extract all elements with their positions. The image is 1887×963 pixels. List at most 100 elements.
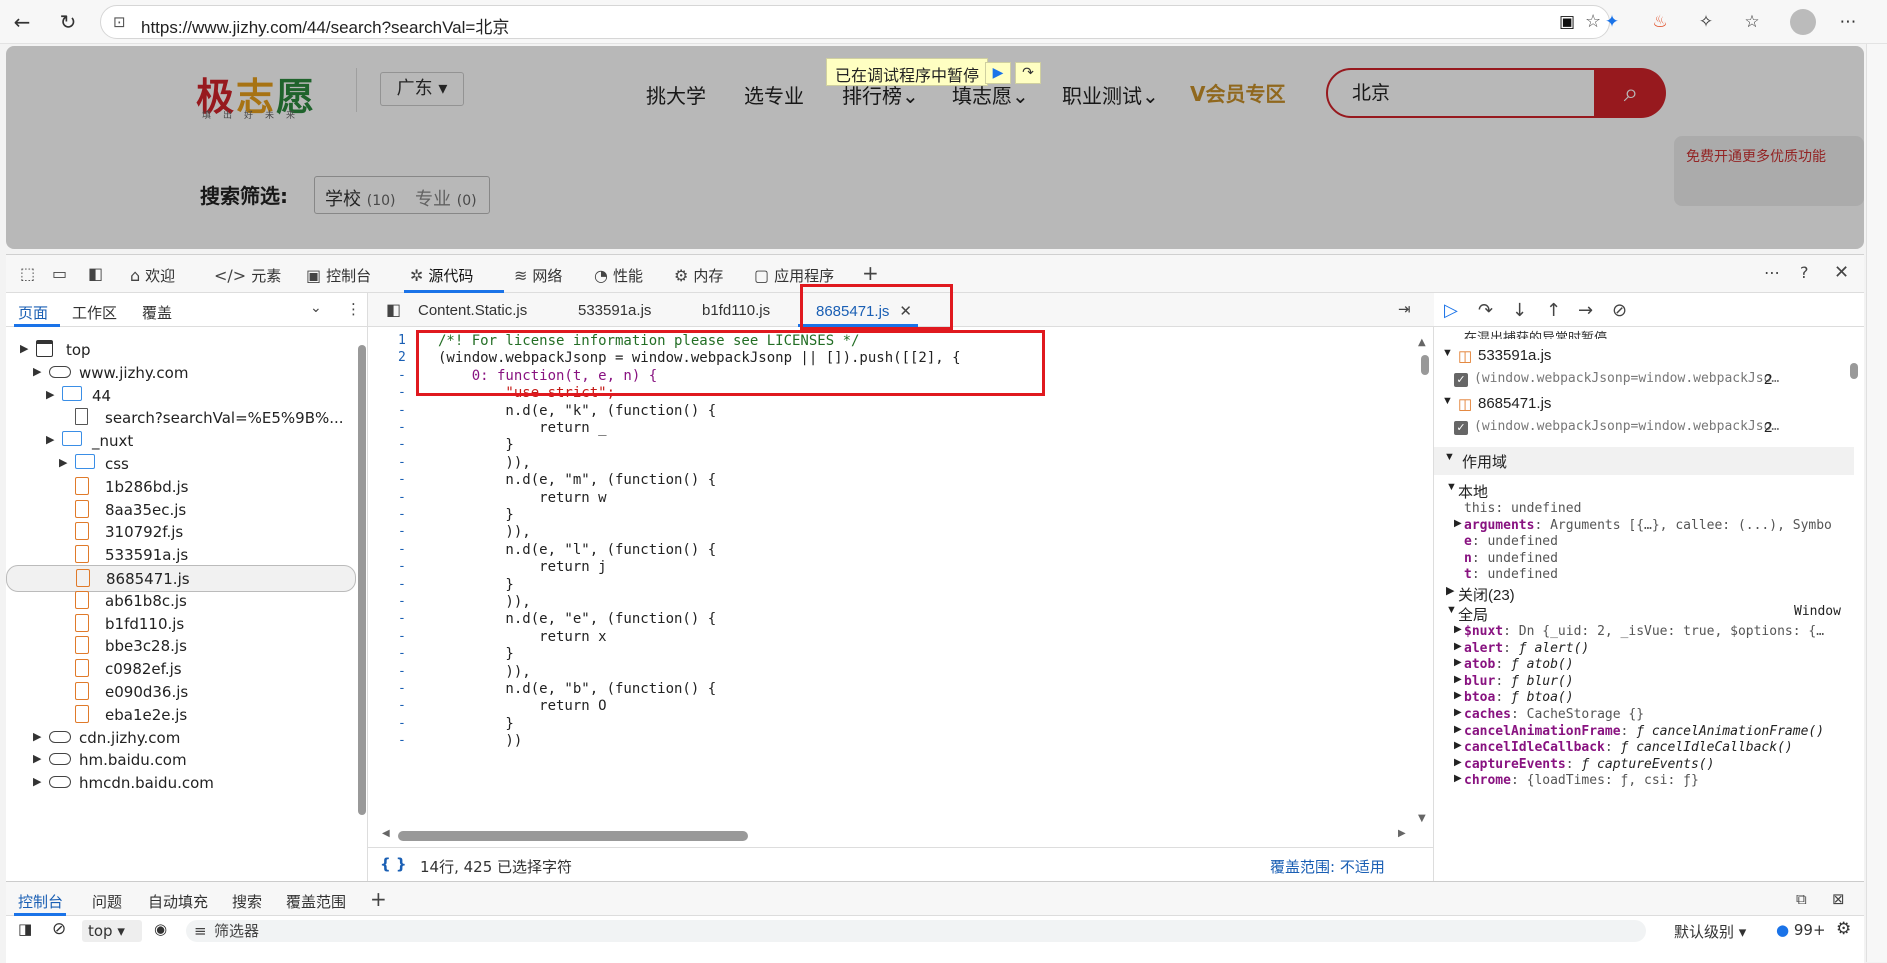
- step-over-icon[interactable]: ↷: [1015, 62, 1041, 84]
- tab-overrides[interactable]: 覆盖: [142, 302, 172, 323]
- line-number[interactable]: -: [398, 524, 406, 539]
- editor-tab-content-static[interactable]: Content.Static.js: [418, 302, 527, 319]
- favorites-icon[interactable]: ☆: [1740, 10, 1764, 34]
- line-number[interactable]: -: [398, 368, 406, 383]
- step-into-icon[interactable]: ↓: [1512, 300, 1527, 321]
- resume-icon[interactable]: ▶: [985, 62, 1011, 84]
- tab-memory[interactable]: ⚙ 内存: [674, 265, 723, 286]
- tab-application[interactable]: ▢ 应用程序: [754, 265, 834, 286]
- expanded-arrow-icon[interactable]: ▶: [46, 433, 54, 446]
- site-info-icon[interactable]: ⊡: [113, 13, 126, 31]
- drawer-tab-console[interactable]: 控制台: [18, 891, 63, 912]
- tab-network[interactable]: ≋ 网络: [514, 265, 562, 286]
- collapsed-arrow-icon[interactable]: ▶: [46, 388, 54, 401]
- line-number[interactable]: -: [398, 403, 406, 418]
- line-number[interactable]: -: [398, 646, 406, 661]
- scrollbar[interactable]: [358, 345, 366, 815]
- log-level-select[interactable]: 默认级别 ▾: [1674, 921, 1746, 942]
- extension-alert-icon[interactable]: ♨: [1648, 10, 1672, 34]
- settings-gear-icon[interactable]: ⚙: [1836, 919, 1851, 939]
- issues-count-badge[interactable]: ● 99+: [1776, 921, 1826, 939]
- resume-icon[interactable]: ▷: [1444, 300, 1458, 321]
- line-number[interactable]: -: [398, 420, 406, 435]
- more-options-icon[interactable]: ⋯: [1764, 263, 1780, 282]
- line-number[interactable]: -: [398, 507, 406, 522]
- clear-console-icon[interactable]: ⊘: [52, 919, 66, 939]
- scroll-up-icon[interactable]: ▲: [1418, 337, 1426, 348]
- pretty-print-icon[interactable]: { }: [380, 855, 407, 873]
- device-toolbar-icon[interactable]: ▭: [52, 264, 67, 283]
- line-number[interactable]: -: [398, 437, 406, 452]
- help-icon[interactable]: ?: [1800, 263, 1809, 282]
- scroll-down-icon[interactable]: ▼: [1418, 813, 1426, 824]
- drawer-tab-issues[interactable]: 问题: [92, 891, 122, 912]
- eye-icon[interactable]: ◉: [154, 920, 167, 938]
- back-icon[interactable]: ←: [10, 10, 34, 34]
- step-icon[interactable]: →: [1578, 300, 1593, 321]
- inspect-icon[interactable]: ⬚: [20, 264, 35, 283]
- line-number[interactable]: -: [398, 716, 406, 731]
- line-number[interactable]: -: [398, 681, 406, 696]
- drawer-tab-autofill[interactable]: 自动填充: [148, 891, 208, 912]
- extension-bird-icon[interactable]: ✦: [1600, 10, 1624, 34]
- editor-tab-b1fd110[interactable]: b1fd110.js: [702, 302, 770, 319]
- tab-workspace[interactable]: 工作区: [72, 302, 117, 323]
- close-icon[interactable]: ✕: [1834, 262, 1849, 283]
- collapsed-arrow-icon[interactable]: ▶: [33, 752, 41, 765]
- line-number[interactable]: -: [398, 664, 406, 679]
- sidebar-icon[interactable]: ◨: [18, 920, 32, 938]
- toggle-debugger-icon[interactable]: ⇥: [1398, 300, 1411, 318]
- more-icon[interactable]: ⋯: [1836, 10, 1860, 34]
- drawer-tab-coverage[interactable]: 覆盖范围: [286, 891, 346, 912]
- expanded-arrow-icon[interactable]: ▶: [33, 365, 41, 378]
- line-number[interactable]: -: [398, 472, 406, 487]
- console-filter-input[interactable]: ≡ 筛选器: [186, 920, 1646, 942]
- chevron-down-icon[interactable]: ⌄: [310, 300, 322, 316]
- expanded-arrow-icon[interactable]: ▶: [20, 342, 28, 355]
- line-number[interactable]: -: [398, 385, 406, 400]
- scrollbar[interactable]: [1421, 355, 1429, 375]
- line-number[interactable]: 1: [398, 333, 406, 348]
- close-drawer-icon[interactable]: ⊠: [1832, 890, 1845, 908]
- scrollbar[interactable]: [398, 831, 748, 841]
- tab-page[interactable]: 页面: [18, 302, 48, 323]
- line-number[interactable]: -: [398, 698, 406, 713]
- line-number[interactable]: -: [398, 733, 406, 748]
- scope-header[interactable]: ▼ 作用域: [1434, 447, 1854, 475]
- profile-avatar[interactable]: [1790, 9, 1816, 35]
- coverage-status[interactable]: 覆盖范围: 不适用: [1270, 856, 1385, 877]
- tab-performance[interactable]: ◔ 性能: [594, 265, 643, 286]
- tab-welcome[interactable]: ⌂ 欢迎: [130, 265, 175, 286]
- line-number[interactable]: -: [398, 455, 406, 470]
- tab-elements[interactable]: </> 元素: [214, 265, 281, 286]
- toggle-navigator-icon[interactable]: ◧: [386, 300, 401, 319]
- address-bar[interactable]: ⊡ https://www.jizhy.com/44/search?search…: [100, 5, 1610, 39]
- extensions-puzzle-icon[interactable]: ✧: [1694, 10, 1718, 34]
- extension-icon[interactable]: ▣: [1555, 10, 1579, 34]
- drawer-tab-search[interactable]: 搜索: [232, 891, 262, 912]
- step-over-icon[interactable]: ↷: [1478, 300, 1493, 321]
- cloud-item[interactable]: ▶ hmcdn.baidu.com: [6, 770, 356, 797]
- line-number[interactable]: -: [398, 629, 406, 644]
- tab-console[interactable]: ▣ 控制台: [306, 265, 371, 286]
- line-number[interactable]: -: [398, 559, 406, 574]
- add-tab-icon[interactable]: +: [370, 887, 387, 911]
- scrollbar[interactable]: [1850, 363, 1858, 379]
- step-out-icon[interactable]: ↑: [1546, 300, 1561, 321]
- add-tab-icon[interactable]: +: [862, 261, 879, 285]
- pause-on-caught-exceptions[interactable]: 在混出捕获的异常时暂停: [1434, 327, 1854, 339]
- line-number[interactable]: -: [398, 542, 406, 557]
- line-number[interactable]: -: [398, 594, 406, 609]
- deactivate-breakpoints-icon[interactable]: ⊘: [1612, 300, 1627, 321]
- line-number[interactable]: 2: [398, 350, 406, 365]
- collapsed-arrow-icon[interactable]: ▶: [59, 456, 67, 469]
- line-number[interactable]: -: [398, 490, 406, 505]
- scroll-left-icon[interactable]: ◀: [382, 828, 390, 839]
- line-number[interactable]: -: [398, 611, 406, 626]
- line-number[interactable]: -: [398, 577, 406, 592]
- collapsed-arrow-icon[interactable]: ▶: [33, 730, 41, 743]
- dock-icon[interactable]: ⧉: [1796, 890, 1807, 908]
- tab-sources[interactable]: ✲ 源代码: [410, 265, 473, 286]
- editor-tab-533591a[interactable]: 533591a.js: [578, 302, 651, 319]
- refresh-icon[interactable]: ↻: [56, 10, 80, 34]
